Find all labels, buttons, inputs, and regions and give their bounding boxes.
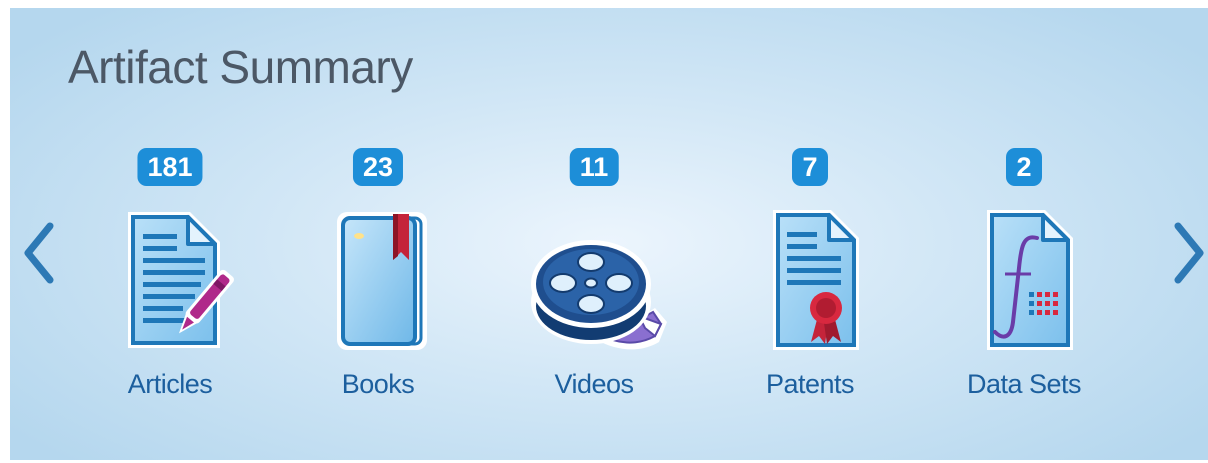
articles-count-badge: 181 [137,148,203,186]
panel-title: Artifact Summary [68,41,413,93]
books-label: Books [341,369,415,399]
book-icon [337,212,427,350]
film-reel-icon [531,240,667,350]
data-sets-label: Data Sets [966,369,1082,399]
artifact-data-sets[interactable]: 2 Data Sets [924,148,1124,408]
books-count-badge: 23 [352,148,404,186]
artifact-articles[interactable]: 181 Articles [70,148,270,408]
artifact-books[interactable]: 23 Books [278,148,478,408]
next-button[interactable] [1172,220,1208,291]
patents-label: Patents [765,369,855,399]
videos-count-badge: 11 [569,148,619,186]
data-sets-count-badge: 2 [1006,148,1042,186]
chevron-right-icon [1174,222,1204,284]
artifact-videos[interactable]: 11 Videos [494,148,694,408]
patents-count-badge: 7 [792,148,828,186]
videos-label: Videos [554,369,634,399]
artifact-patents[interactable]: 7 Patents [710,148,910,408]
artifact-summary-panel: Artifact Summary 181 Articles 23 Books 1… [10,8,1208,460]
articles-label: Articles [127,369,213,399]
patent-icon [773,210,859,350]
article-icon [128,212,234,348]
previous-button[interactable] [20,220,56,291]
chevron-left-icon [24,222,54,284]
data-set-icon [987,210,1073,350]
